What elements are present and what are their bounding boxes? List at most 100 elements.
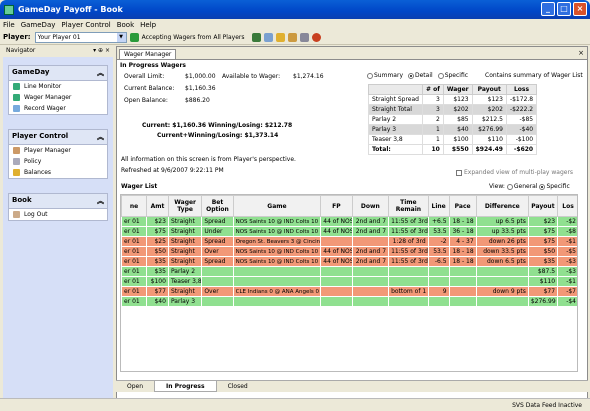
nav-item-line-monitor[interactable]: Line Monitor bbox=[9, 81, 107, 92]
stadium-icon[interactable] bbox=[300, 32, 310, 42]
wager-cell bbox=[351, 286, 390, 297]
perspective-note: All information on this screen is from P… bbox=[121, 156, 296, 163]
wager-row[interactable]: er 01 $35 Straight Spread NOS Saints 10 @ IN… bbox=[121, 256, 577, 267]
tab-closed[interactable]: Closed bbox=[217, 381, 259, 392]
wager-cell bbox=[320, 266, 353, 277]
wager-cell: 44 of NOS bbox=[320, 256, 353, 267]
expanded-view-checkbox[interactable]: Expanded view of multi-play wagers bbox=[456, 169, 573, 176]
refresh-icon[interactable] bbox=[129, 32, 139, 42]
wager-cell: NOS Saints 10 @ IND Colts 10 bbox=[232, 226, 322, 237]
nav-item-balances[interactable]: Balances bbox=[9, 167, 107, 178]
wager-cell bbox=[351, 276, 390, 287]
wager-list-header[interactable]: Wager Type bbox=[167, 195, 203, 217]
close-button[interactable]: × bbox=[573, 2, 587, 16]
wager-row[interactable]: er 01 $23 Straight Spread NOS Saints 10 @ IN… bbox=[121, 216, 577, 227]
wager-list-header[interactable]: Bet Option bbox=[201, 195, 234, 217]
close-icon[interactable]: × bbox=[578, 49, 584, 57]
wager-cell: $50 bbox=[146, 246, 169, 257]
wager-cell bbox=[320, 296, 353, 307]
phone-icon[interactable] bbox=[252, 32, 262, 42]
wager-list-header[interactable]: ne bbox=[121, 195, 148, 217]
pin-icon[interactable]: ▾ ⊕ × bbox=[93, 47, 110, 56]
wager-list-header[interactable]: Down bbox=[351, 195, 390, 217]
wager-row[interactable]: er 01 $40 Parlay 3 $276.99 -$4 bbox=[121, 296, 577, 307]
wager-cell: -$4 bbox=[557, 296, 577, 307]
wager-list-header[interactable]: Pace bbox=[448, 195, 477, 217]
current-balance-label: Current Balance: bbox=[124, 85, 175, 92]
wager-list-header[interactable]: Game bbox=[232, 195, 322, 217]
wager-row[interactable]: er 01 $50 Straight Over NOS Saints 10 @ IND … bbox=[121, 246, 577, 257]
wager-cell: $75 bbox=[146, 226, 169, 237]
nav-item-policy[interactable]: Policy bbox=[9, 156, 107, 167]
wager-cell: +6.5 bbox=[427, 216, 450, 227]
wager-list-header[interactable]: FP bbox=[320, 195, 353, 217]
available-value: $1,274.16 bbox=[293, 73, 324, 80]
wager-cell: 11:55 of 3rd bbox=[388, 226, 429, 237]
menu-book[interactable]: Book bbox=[117, 21, 134, 29]
menu-player-control[interactable]: Player Control bbox=[61, 21, 110, 29]
wager-list-header[interactable]: Difference bbox=[475, 195, 529, 217]
wager-list-grid[interactable]: ne Amt Wager Type Bet Option Game FP Down Time … bbox=[120, 194, 578, 372]
status-bar: SVS Data Feed Inactive bbox=[0, 398, 590, 411]
minimize-button[interactable]: _ bbox=[541, 2, 555, 16]
collapse-icon[interactable]: ︽ bbox=[97, 68, 104, 78]
wager-row[interactable]: er 01 $25 Straight Spread Oregon St. Beavers… bbox=[121, 236, 577, 247]
player-select[interactable]: Your Player 01 ▼ bbox=[34, 31, 127, 43]
wager-list-header[interactable]: Amt bbox=[146, 195, 169, 217]
radio-specific-view[interactable]: Specific bbox=[539, 183, 570, 190]
wager-cell bbox=[320, 276, 353, 287]
wager-cell: er 01 bbox=[121, 226, 148, 237]
tab-in-progress[interactable]: In Progress bbox=[154, 381, 217, 392]
wager-cell: -$8 bbox=[557, 226, 577, 237]
menu-gameday[interactable]: GameDay bbox=[21, 21, 56, 29]
wager-cell: $77 bbox=[527, 286, 559, 297]
wager-cell bbox=[427, 266, 450, 277]
wager-cell: Straight bbox=[167, 236, 203, 247]
tab-open[interactable]: Open bbox=[116, 381, 154, 392]
football-icon[interactable] bbox=[312, 32, 322, 42]
tab-wager-manager[interactable]: Wager Manager bbox=[119, 49, 177, 59]
wager-cell: 2nd and 7 bbox=[351, 256, 390, 267]
wager-cell bbox=[475, 276, 529, 287]
wager-row[interactable]: er 01 $75 Straight Under NOS Saints 10 @ IND… bbox=[121, 226, 577, 237]
document-icon[interactable] bbox=[264, 32, 274, 42]
wager-list-header[interactable]: Los bbox=[557, 195, 577, 217]
wager-cell bbox=[351, 296, 390, 307]
nav-item-wager-manager[interactable]: Wager Manager bbox=[9, 92, 107, 103]
summary-row: Teaser 3,8 1 $100 $110 -$100 bbox=[368, 134, 538, 145]
wager-cell: 11:55 of 3rd bbox=[388, 256, 429, 267]
collapse-icon[interactable]: ︽ bbox=[97, 132, 104, 142]
maximize-button[interactable]: □ bbox=[557, 2, 571, 16]
wager-cell bbox=[232, 276, 322, 287]
summary-row: Parlay 3 1 $40 $276.99 -$40 bbox=[368, 124, 538, 135]
nav-item-log-out[interactable]: Log Out bbox=[9, 209, 107, 220]
menu-help[interactable]: Help bbox=[140, 21, 156, 29]
wager-cell: bottom of 1 bbox=[388, 286, 429, 297]
wager-cell: 18 - 18 bbox=[448, 216, 477, 227]
wager-row[interactable]: er 01 $100 Teaser 3,8 $110 -$1 bbox=[121, 276, 577, 287]
nav-item-record-wager[interactable]: Record Wager bbox=[9, 103, 107, 114]
shield-icon[interactable] bbox=[276, 32, 286, 42]
people-icon[interactable] bbox=[288, 32, 298, 42]
wager-cell: Parlay 2 bbox=[167, 266, 203, 277]
wager-cell: er 01 bbox=[121, 296, 148, 307]
radio-detail[interactable]: Detail bbox=[408, 72, 433, 79]
wager-list-header[interactable]: Time Remain bbox=[388, 195, 429, 217]
wager-cell: Straight bbox=[167, 256, 203, 267]
wager-row[interactable]: er 01 $35 Parlay 2 $87.5 -$3 bbox=[121, 266, 577, 277]
wager-list-header[interactable]: Line bbox=[427, 195, 450, 217]
wager-list-header[interactable]: Payout bbox=[527, 195, 559, 217]
nav-item-player-manager[interactable]: Player Manager bbox=[9, 145, 107, 156]
wager-cell: down 9 pts bbox=[475, 286, 529, 297]
wager-cell: -$1 bbox=[557, 236, 577, 247]
radio-specific[interactable]: Specific bbox=[437, 72, 468, 79]
collapse-icon[interactable]: ︽ bbox=[97, 196, 104, 206]
wager-cell: -2 bbox=[427, 236, 450, 247]
menu-file[interactable]: File bbox=[3, 21, 15, 29]
wager-cell: -$5 bbox=[557, 246, 577, 257]
window-title: GameDay Payoff - Book bbox=[18, 5, 123, 14]
wager-row[interactable]: er 01 $77 Straight Over CLE Indians 0 @ ANA … bbox=[121, 286, 577, 297]
radio-general[interactable]: General bbox=[506, 183, 538, 190]
wager-cell: Straight bbox=[167, 226, 203, 237]
radio-summary[interactable]: Summary bbox=[367, 72, 403, 79]
